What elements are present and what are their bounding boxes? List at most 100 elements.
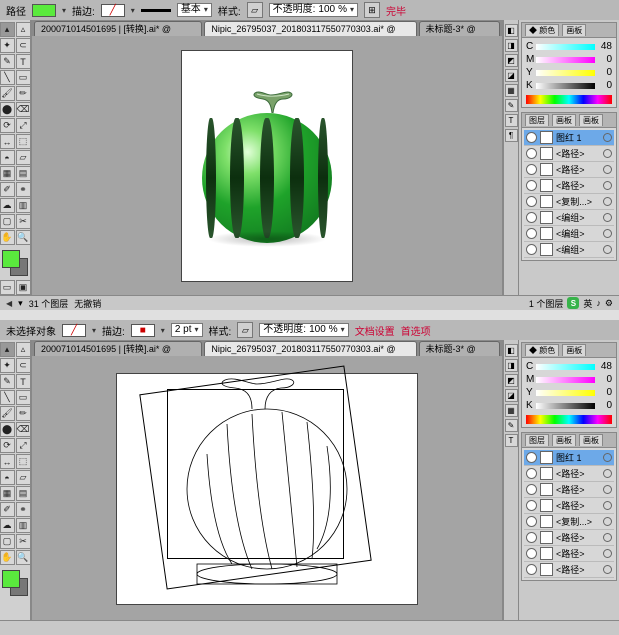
dock-icon[interactable]: ✎ [505,419,518,432]
type-tool[interactable]: T [16,54,31,69]
cyan-slider[interactable] [536,364,595,370]
width-tool[interactable]: ↔ [0,454,15,469]
color-tab[interactable]: ◆ 颜色 [525,344,559,356]
dock-icon[interactable]: ¶ [505,129,518,142]
eraser-tool[interactable]: ⌫ [16,422,31,437]
target-icon[interactable] [603,165,612,174]
visibility-icon[interactable] [526,244,537,255]
visibility-icon[interactable] [526,180,537,191]
brush-combo[interactable]: 基本▾ [177,3,212,17]
zoom-display[interactable]: ▾ [18,298,23,309]
perspective-tool[interactable]: ▱ [16,470,31,485]
target-icon[interactable] [603,229,612,238]
dock-icon[interactable]: ◨ [505,359,518,372]
rotate-tool[interactable]: ⟳ [0,118,15,133]
color-tab[interactable]: ◆ 颜色 [525,24,559,36]
visibility-icon[interactable] [526,196,537,207]
eraser-tool[interactable]: ⌫ [16,102,31,117]
doc-tab-2[interactable]: Nipic_26795037_201803117550770303.ai* @ … [204,21,416,36]
mesh-tool[interactable]: ▦ [0,486,15,501]
target-icon[interactable] [603,485,612,494]
pen-tool[interactable]: ✎ [0,374,15,389]
eyedropper-tool[interactable]: ✐ [0,502,15,517]
dock-icon[interactable]: ✎ [505,99,518,112]
fill-stroke-swap[interactable] [2,570,28,596]
chevron-down-icon[interactable]: ▾ [62,6,66,15]
artboard-tool[interactable]: ▢ [0,534,15,549]
lasso-tool[interactable]: ⊂ [16,38,31,53]
direct-select-tool[interactable]: ▵ [16,22,31,37]
hand-tool[interactable]: ✋ [0,230,15,245]
doc-tab-1[interactable]: 200071014501695 | [转换].ai* @ 141.08% (RG… [34,341,202,356]
target-icon[interactable] [603,181,612,190]
layer-row[interactable]: <路径> [524,482,614,498]
black-slider[interactable] [536,403,595,409]
ime-button[interactable]: ⚙ [605,298,613,309]
magenta-slider[interactable] [536,57,595,63]
target-icon[interactable] [603,149,612,158]
visibility-icon[interactable] [526,148,537,159]
brush-tool[interactable]: 🖌 [0,86,15,101]
docsetup-link[interactable]: 文档设置 [355,323,395,338]
target-icon[interactable] [603,501,612,510]
spectrum-bar[interactable] [526,95,612,104]
opacity-combo[interactable]: 不透明度: 100 %▾ [269,3,358,17]
layer-row[interactable]: <路径> [524,546,614,562]
zoom-tool[interactable]: 🔍 [16,550,31,565]
line-tool[interactable]: ╲ [0,70,15,85]
spectrum-bar[interactable] [526,415,612,424]
rotate-tool[interactable]: ⟳ [0,438,15,453]
layer-row[interactable]: <路径> [524,498,614,514]
layers-tab[interactable]: 图层 [525,114,549,126]
dock-icon[interactable]: ◨ [505,39,518,52]
type-tool[interactable]: T [16,374,31,389]
fill-swatch[interactable]: ╱ [62,324,86,337]
visibility-icon[interactable] [526,548,537,559]
screen-mode-2[interactable]: ▣ [16,280,31,295]
yellow-slider[interactable] [536,70,595,76]
layer-row[interactable]: <路径> [524,162,614,178]
screen-mode[interactable]: ▭ [0,280,15,295]
rectangle-tool[interactable]: ▭ [16,390,31,405]
zoom-tool[interactable]: 🔍 [16,230,31,245]
visibility-icon[interactable] [526,532,537,543]
gradient-tool[interactable]: ▤ [16,486,31,501]
dock-icon[interactable]: T [505,114,518,127]
artboards-tab[interactable]: 画板 [552,434,576,446]
target-icon[interactable] [603,517,612,526]
dock-icon[interactable]: T [505,434,518,447]
lasso-tool[interactable]: ⊂ [16,358,31,373]
magenta-slider[interactable] [536,377,595,383]
dock-icon[interactable]: ◩ [505,54,518,67]
blend-tool[interactable]: ⚭ [16,182,31,197]
target-icon[interactable] [603,533,612,542]
target-icon[interactable] [603,453,612,462]
ime-icon[interactable]: S [567,297,579,309]
scale-tool[interactable]: ⤢ [16,118,31,133]
width-tool[interactable]: ↔ [0,134,15,149]
pencil-tool[interactable]: ✏ [16,86,31,101]
layer-row[interactable]: <路径> [524,146,614,162]
layer-row[interactable]: 图红 1 [524,450,614,466]
blob-tool[interactable]: ⬤ [0,102,15,117]
layer-row[interactable]: <路径> [524,562,614,578]
mesh-tool[interactable]: ▦ [0,166,15,181]
dock-icon[interactable]: ◩ [505,374,518,387]
pen-tool[interactable]: ✎ [0,54,15,69]
perspective-tool[interactable]: ▱ [16,150,31,165]
visibility-icon[interactable] [526,500,537,511]
layer-row[interactable]: <编组> [524,210,614,226]
dock-icon[interactable]: ◪ [505,69,518,82]
chevron-down-icon[interactable]: ▾ [131,6,135,15]
black-slider[interactable] [536,83,595,89]
visibility-icon[interactable] [526,484,537,495]
free-transform-tool[interactable]: ⬚ [16,454,31,469]
visibility-icon[interactable] [526,516,537,527]
hand-tool[interactable]: ✋ [0,550,15,565]
stroke-swatch[interactable]: ╱ [101,4,125,17]
stroke-swatch[interactable]: ■ [131,324,155,337]
rectangle-tool[interactable]: ▭ [16,70,31,85]
blob-tool[interactable]: ⬤ [0,422,15,437]
menu-icon[interactable]: ⊞ [364,2,380,18]
blend-tool[interactable]: ⚭ [16,502,31,517]
